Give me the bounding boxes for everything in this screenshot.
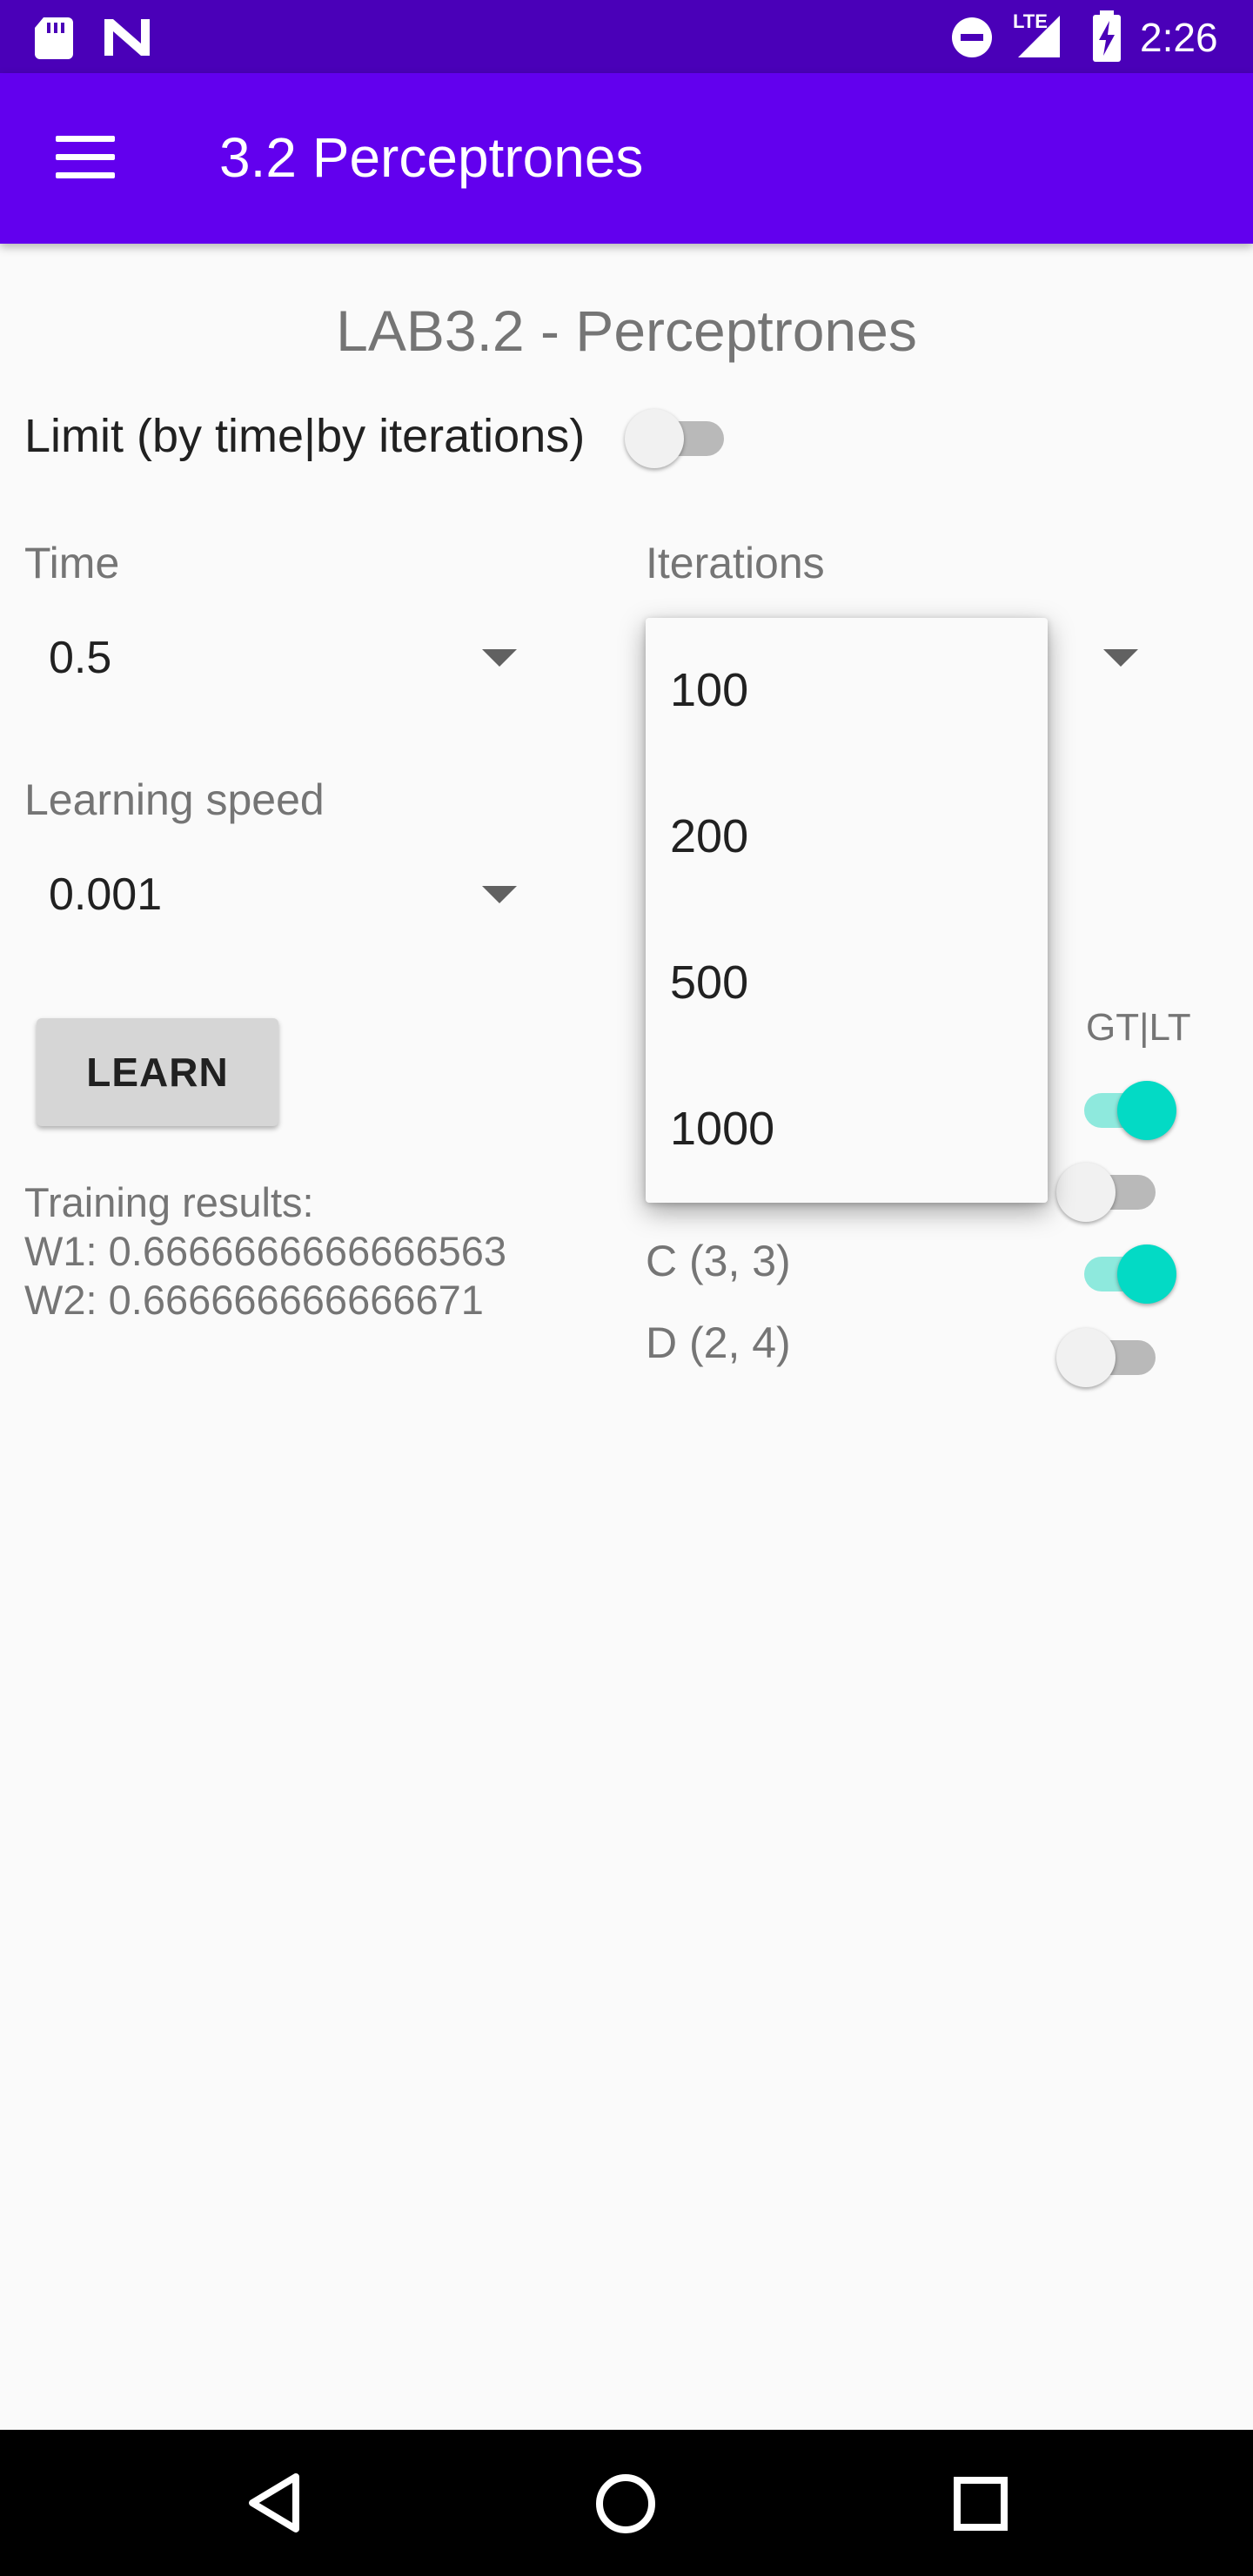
- iterations-label: Iterations: [646, 539, 825, 587]
- training-results-w1: W1: 0.6666666666666563: [24, 1228, 507, 1274]
- home-icon[interactable]: [593, 2472, 658, 2536]
- point-c-switch[interactable]: [1072, 1234, 1176, 1312]
- iterations-dropdown-arrow-icon: [1103, 649, 1138, 667]
- battery-charging-icon: [1093, 10, 1121, 62]
- dropdown-option-500[interactable]: 500: [670, 956, 748, 1010]
- n-logo-icon: [104, 19, 150, 56]
- training-results-w2: W2: 0.666666666666671: [24, 1277, 484, 1323]
- clock: 2:26: [1140, 15, 1218, 60]
- do-not-disturb-icon: [952, 17, 992, 57]
- time-label: Time: [24, 539, 120, 587]
- learning-speed-label: Learning speed: [24, 775, 325, 824]
- recents-icon[interactable]: [952, 2475, 1009, 2532]
- status-bar: LTE 2:26: [0, 0, 1253, 73]
- app-bar: 3.2 Perceptrones: [0, 73, 1253, 244]
- navigation-bar: [0, 2430, 1253, 2576]
- time-dropdown-arrow-icon: [482, 649, 517, 667]
- learning-speed-dropdown-arrow-icon: [482, 886, 517, 903]
- hamburger-menu-icon[interactable]: [56, 136, 115, 179]
- dropdown-option-100[interactable]: 100: [670, 663, 748, 717]
- dropdown-option-1000[interactable]: 1000: [670, 1102, 774, 1156]
- learning-speed-spinner[interactable]: 0.001: [24, 855, 529, 933]
- time-value: 0.5: [49, 633, 112, 683]
- points-header: GT|LT: [1086, 1006, 1191, 1049]
- training-results-heading: Training results:: [24, 1179, 314, 1225]
- point-d-switch[interactable]: [1056, 1318, 1161, 1396]
- page-title: LAB3.2 - Perceptrones: [336, 299, 917, 363]
- time-spinner[interactable]: 0.5: [24, 618, 529, 696]
- app-title: 3.2 Perceptrones: [219, 126, 644, 189]
- point-c-label: C (3, 3): [646, 1237, 791, 1285]
- point-a-switch[interactable]: [1072, 1070, 1176, 1149]
- iterations-dropdown-menu: 100 200 500 1000: [646, 618, 1048, 1203]
- sd-card-icon: [35, 17, 73, 59]
- limit-label: Limit (by time|by iterations): [24, 410, 586, 462]
- learn-button[interactable]: LEARN: [37, 1018, 278, 1126]
- signal-icon: [1018, 16, 1060, 57]
- point-d-label: D (2, 4): [646, 1318, 791, 1367]
- dropdown-option-200[interactable]: 200: [670, 809, 748, 863]
- back-icon[interactable]: [245, 2472, 303, 2534]
- point-b-switch[interactable]: [1056, 1152, 1161, 1231]
- limit-switch[interactable]: [625, 399, 729, 477]
- learning-speed-value: 0.001: [49, 869, 163, 920]
